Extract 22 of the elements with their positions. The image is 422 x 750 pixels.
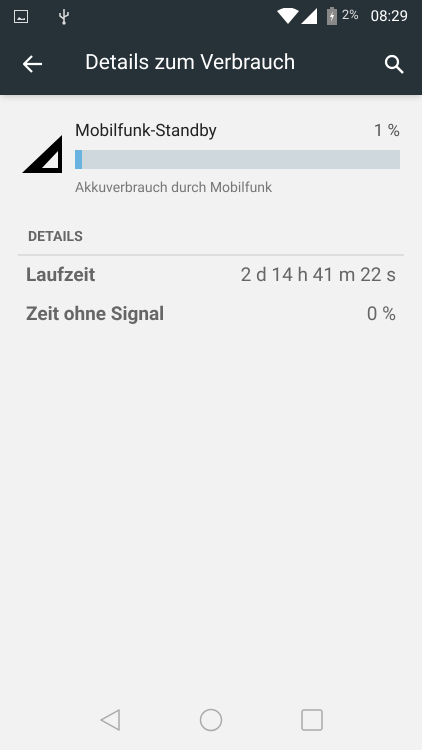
home-icon[interactable] [199,708,223,732]
signal-icon [300,8,317,24]
search-icon[interactable] [384,54,404,74]
overview-icon[interactable] [301,709,323,731]
usb-icon [58,8,70,24]
battery-icon [326,7,337,25]
image-icon [14,10,28,22]
screen-title: Details zum Verbrauch [85,50,296,77]
battery-percent: 2% [342,7,359,26]
back-icon[interactable] [99,708,121,732]
usage-percent: 1 % [374,120,400,143]
signal-icon [22,135,62,175]
detail-label: Zeit ohne Signal [26,300,164,327]
usage-title: Mobilfunk-Standby [75,120,217,143]
detail-label: Laufzeit [26,262,96,288]
wifi-icon [276,8,299,24]
detail-value: 2 d 14 h 41 m 22 s [240,262,396,288]
usage-subtitle: Akkuverbrauch durch Mobilfunk [75,178,274,198]
back-arrow-icon[interactable] [23,54,43,72]
detail-value: 0 % [366,300,396,327]
clock: 08:29 [370,6,408,27]
section-header: DETAILS [27,228,84,246]
